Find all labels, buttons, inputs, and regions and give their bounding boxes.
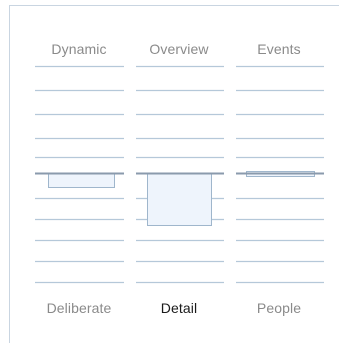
bottom-label-right: People — [256, 300, 302, 316]
selector-left — [48, 173, 115, 188]
selector-middle — [147, 173, 212, 226]
top-label-left: Dynamic — [51, 41, 107, 57]
bottom-label-left: Deliberate — [46, 300, 112, 316]
top-label-right: Events — [257, 41, 301, 57]
top-label-middle: Overview — [149, 41, 209, 57]
bottom-label-middle: Detail — [160, 300, 198, 316]
